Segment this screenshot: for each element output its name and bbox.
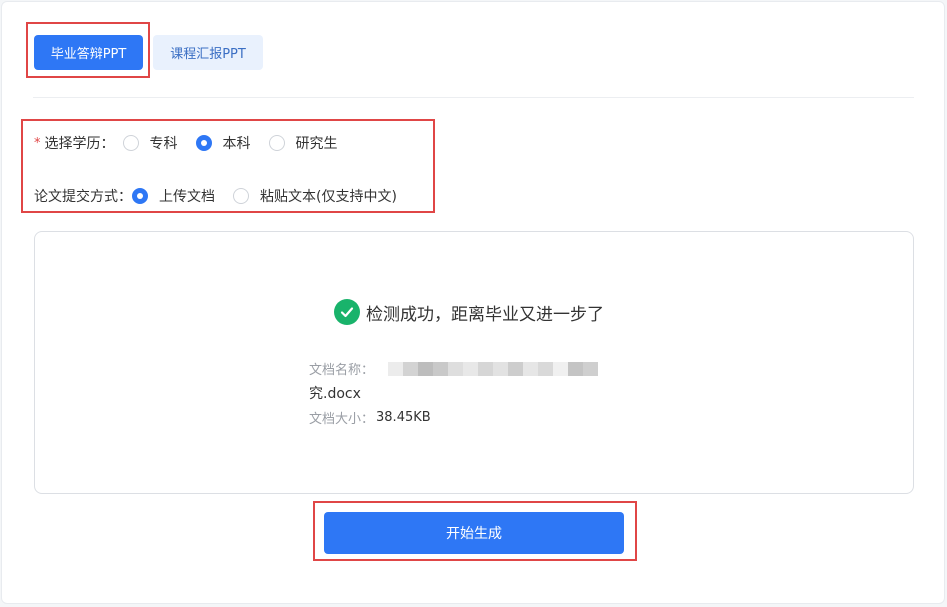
radio-circle[interactable]: [122, 135, 139, 151]
radio-paste-text[interactable]: 粘贴文本(仅支持中文): [233, 186, 397, 206]
divider: [33, 97, 914, 98]
check-circle-icon: [334, 299, 360, 325]
tab-course-report-ppt[interactable]: 课程汇报PPT: [153, 35, 263, 70]
file-name-label: 文档名称：: [309, 363, 375, 378]
submit-method-label: 论文提交方式：: [34, 189, 132, 205]
radio-circle-checked[interactable]: [132, 188, 148, 204]
redacted-filename-mosaic: [388, 361, 599, 376]
radio-circle[interactable]: [268, 135, 285, 151]
radio-education-graduate[interactable]: 研究生: [268, 133, 338, 153]
file-name-value: 究.docx: [309, 386, 361, 402]
radio-circle-checked[interactable]: [195, 135, 212, 151]
success-message-row: 检测成功，距离毕业又进一步了: [334, 298, 604, 326]
success-message: 检测成功，距离毕业又进一步了: [366, 304, 604, 325]
radio-label: 粘贴文本(仅支持中文): [260, 189, 397, 205]
radio-upload-document[interactable]: 上传文档: [132, 186, 215, 206]
submit-method-row: 论文提交方式： 上传文档 粘贴文本(仅支持中文): [34, 186, 397, 206]
required-mark: *: [34, 135, 41, 151]
file-size-label: 文档大小：: [309, 412, 375, 427]
file-name-line: 文档名称：: [309, 359, 599, 378]
file-size-line: 文档大小： 38.45KB: [309, 408, 431, 427]
radio-circle[interactable]: [233, 188, 249, 204]
start-generate-button[interactable]: 开始生成: [324, 512, 624, 554]
radio-education-bachelor[interactable]: 本科: [195, 133, 251, 153]
radio-label: 本科: [222, 136, 251, 152]
tab-graduation-defense-ppt[interactable]: 毕业答辩PPT: [34, 35, 143, 70]
education-row: * 选择学历： 专科 本科 研究生: [34, 133, 338, 153]
radio-label: 上传文档: [159, 189, 215, 205]
education-label: 选择学历：: [44, 136, 115, 152]
radio-education-junior-college[interactable]: 专科: [122, 133, 178, 153]
file-size-value: 38.45KB: [376, 410, 431, 425]
radio-label: 研究生: [295, 136, 338, 152]
radio-label: 专科: [149, 136, 178, 152]
